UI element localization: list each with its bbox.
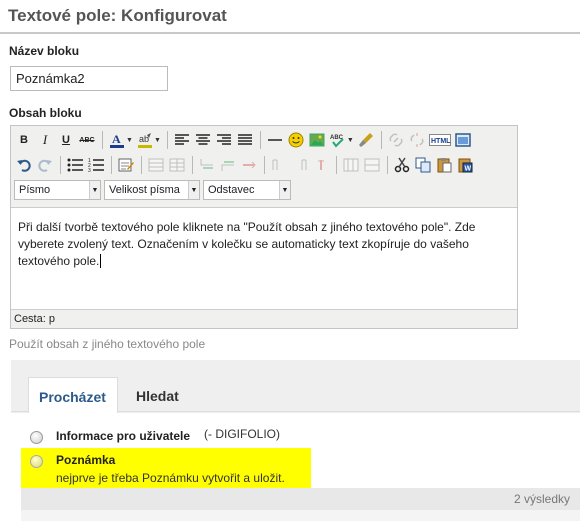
chevron-down-icon: ▼ [89, 181, 100, 199]
delete-row-icon[interactable] [239, 155, 259, 175]
toolbar-row-1: B I U ABC A ▼ ab ▼ ABC ▼ HTML [14, 129, 474, 151]
text-color-icon[interactable]: A [107, 130, 127, 150]
results-count-bar: 2 výsledky [21, 488, 580, 510]
insert-col-before-icon[interactable] [269, 155, 289, 175]
use-other-content-link[interactable]: Použít obsah z jiného textového pole [9, 337, 205, 351]
text-cursor [100, 254, 102, 268]
editor-content-area[interactable]: Při další tvorbě textového pole kliknete… [11, 207, 517, 310]
insert-row-after-icon[interactable] [218, 155, 238, 175]
edit-table-icon[interactable] [116, 155, 136, 175]
tab-search[interactable]: Hledat [126, 377, 196, 413]
paragraph-format-select[interactable]: Odstavec ▼ [203, 180, 291, 200]
table-props-icon[interactable] [146, 155, 166, 175]
unlink-icon[interactable] [407, 130, 427, 150]
paste-icon[interactable] [434, 155, 454, 175]
align-right-icon[interactable] [214, 130, 234, 150]
bullet-list-icon[interactable] [65, 155, 85, 175]
svg-text:A: A [112, 132, 121, 146]
chevron-down-icon[interactable]: ▼ [347, 137, 354, 144]
strikethrough-button[interactable]: ABC [77, 130, 97, 150]
delete-col-icon[interactable] [311, 155, 331, 175]
redo-icon[interactable] [35, 155, 55, 175]
tab-strip: Procházet Hledat [11, 360, 580, 413]
toolbar-row-2: 123 W [14, 154, 476, 176]
spellcheck-icon[interactable]: ABC [328, 130, 348, 150]
numbered-list-icon[interactable]: 123 [86, 155, 106, 175]
paste-word-icon[interactable]: W [455, 155, 475, 175]
results-list: Informace pro uživatele (- DIGIFOLIO) Po… [11, 413, 580, 521]
chevron-down-icon: ▼ [188, 181, 199, 199]
svg-text:HTML: HTML [431, 138, 451, 145]
underline-button[interactable]: U [56, 130, 76, 150]
result-title-1[interactable]: Informace pro uživatele [56, 429, 190, 443]
result-title-2[interactable]: Poznámka [56, 453, 115, 467]
results-count: 2 výsledky [513, 492, 570, 506]
editor-path-bar: Cesta: p [14, 313, 55, 325]
page-title: Textové pole: Konfigurovat [8, 6, 227, 25]
tab-browse[interactable]: Procházet [28, 377, 118, 413]
result-radio-2[interactable] [30, 455, 43, 468]
split-cells-icon[interactable] [341, 155, 361, 175]
chevron-down-icon[interactable]: ▼ [154, 137, 161, 144]
emoticon-icon[interactable] [286, 130, 306, 150]
result-owner-1: (- DIGIFOLIO) [204, 427, 280, 441]
copy-icon[interactable] [413, 155, 433, 175]
block-name-input[interactable] [10, 66, 168, 91]
result-description-2: nejprve je třeba Poznámku vytvořit a ulo… [56, 471, 285, 485]
cleanup-brush-icon[interactable] [356, 130, 376, 150]
merge-cells-icon[interactable] [362, 155, 382, 175]
html-source-icon[interactable]: HTML [428, 130, 452, 150]
italic-button[interactable]: I [35, 130, 55, 150]
rich-text-editor: B I U ABC A ▼ ab ▼ ABC ▼ HTML 123 W Písm… [10, 125, 518, 329]
panel-footer [21, 510, 580, 521]
title-divider [0, 32, 580, 34]
font-family-select[interactable]: Písmo ▼ [14, 180, 101, 200]
highlight-color-icon[interactable]: ab [135, 130, 155, 150]
image-icon[interactable] [307, 130, 327, 150]
chevron-down-icon[interactable]: ▼ [126, 137, 133, 144]
align-center-icon[interactable] [193, 130, 213, 150]
undo-icon[interactable] [14, 155, 34, 175]
insert-col-after-icon[interactable] [290, 155, 310, 175]
editor-text: Při další tvorbě textového pole kliknete… [18, 220, 476, 268]
align-left-icon[interactable] [172, 130, 192, 150]
cell-props-icon[interactable] [167, 155, 187, 175]
fullscreen-icon[interactable] [453, 130, 473, 150]
align-justify-icon[interactable] [235, 130, 255, 150]
result-radio-1[interactable] [30, 431, 43, 444]
block-name-label: Název bloku [9, 44, 80, 58]
font-size-select[interactable]: Velikost písma ▼ [104, 180, 200, 200]
link-icon[interactable] [386, 130, 406, 150]
svg-text:3: 3 [88, 168, 91, 172]
chevron-down-icon: ▼ [279, 181, 290, 199]
toolbar-row-3: Písmo ▼ Velikost písma ▼ Odstavec ▼ [14, 179, 294, 201]
svg-text:W: W [465, 166, 472, 173]
horizontal-rule-icon[interactable] [265, 130, 285, 150]
bold-button[interactable]: B [14, 130, 34, 150]
block-content-label: Obsah bloku [9, 106, 82, 120]
cut-icon[interactable] [392, 155, 412, 175]
insert-row-before-icon[interactable] [197, 155, 217, 175]
